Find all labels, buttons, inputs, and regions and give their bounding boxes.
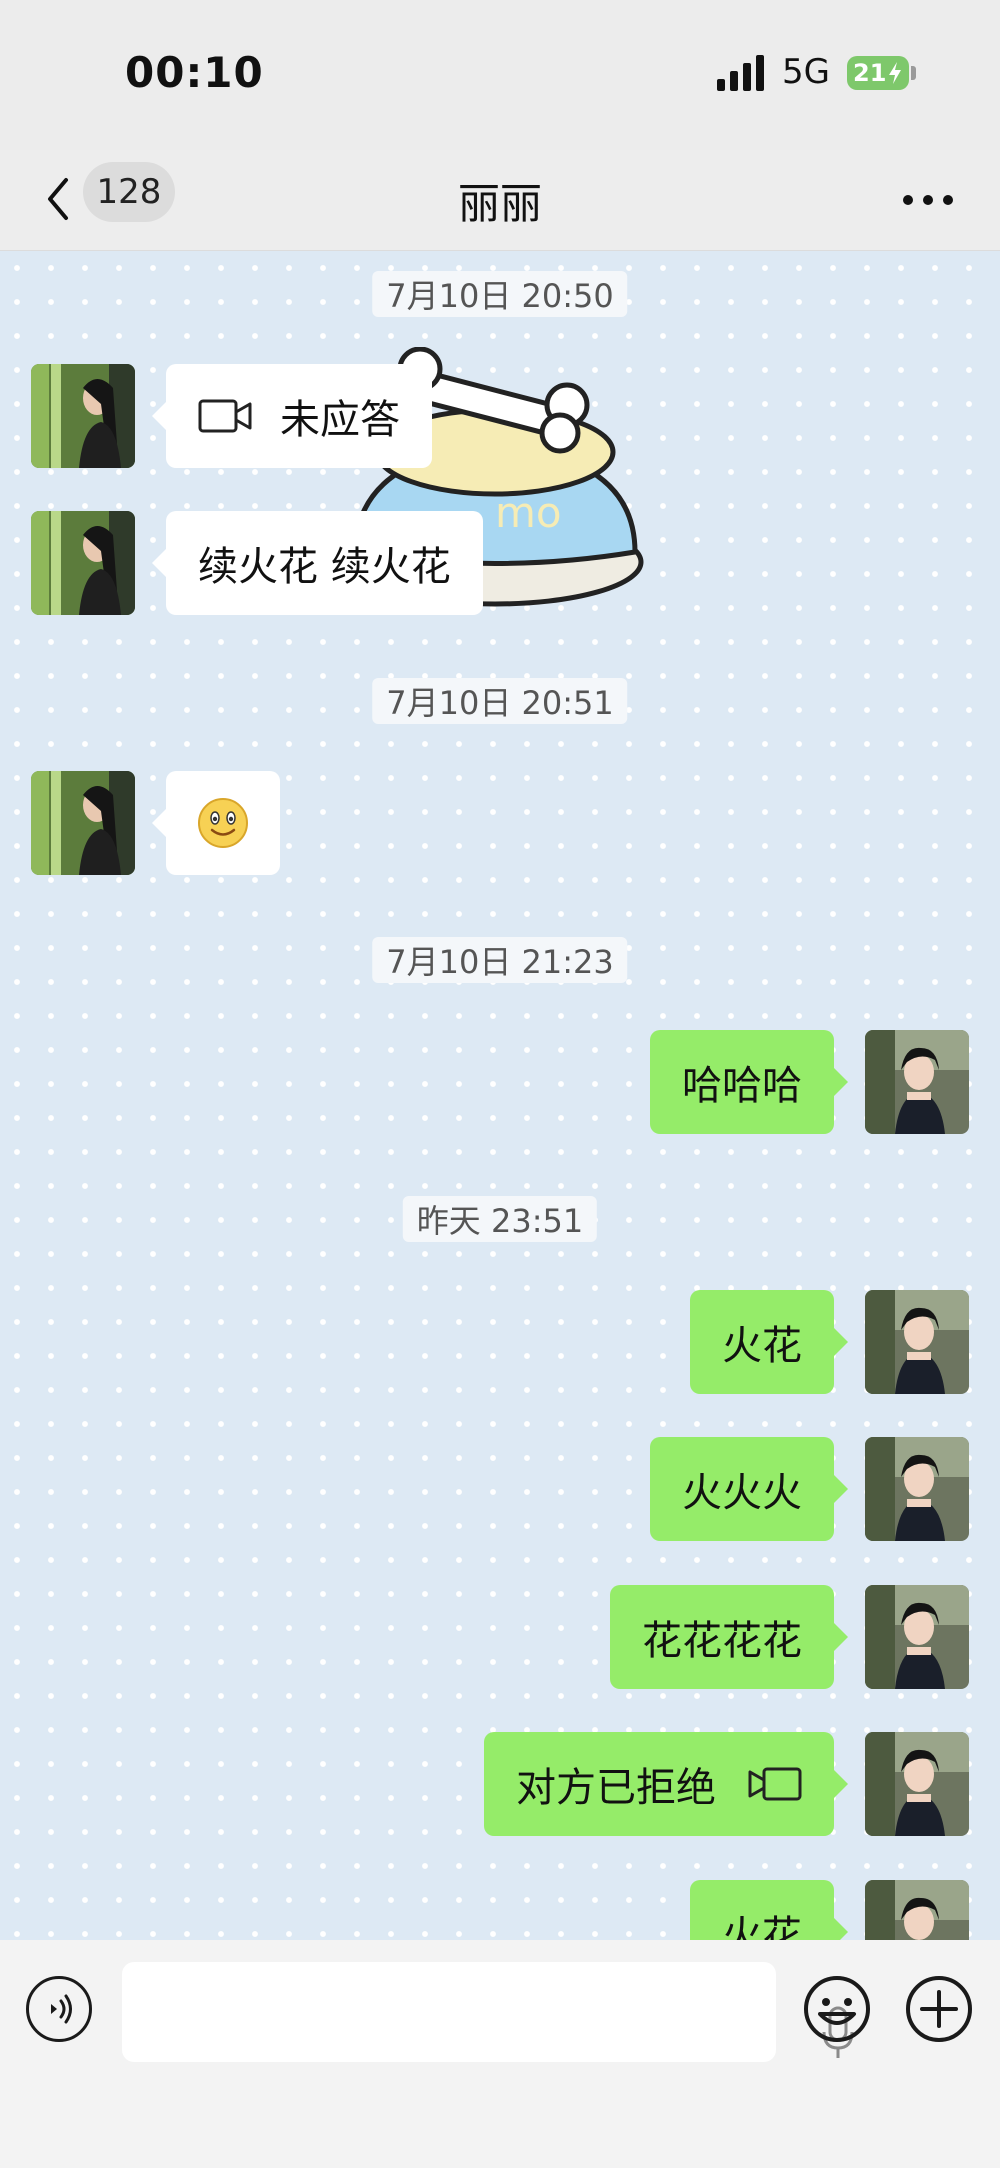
charging-bolt-icon — [889, 62, 902, 84]
incoming-emoji-bubble[interactable] — [152, 771, 280, 875]
call-status-text: 未应答 — [280, 397, 400, 443]
status-time: 00:10 — [125, 48, 264, 97]
call-status-text: 对方已拒绝 — [516, 1765, 716, 1811]
battery-tip — [911, 66, 916, 80]
battery-level: 21 — [853, 59, 887, 87]
timestamp: 7月10日 20:51 — [372, 678, 628, 724]
timestamp: 昨天 23:51 — [402, 1196, 598, 1242]
voice-mode-button[interactable] — [26, 1976, 92, 2042]
video-call-icon — [748, 1767, 802, 1801]
chat-title: 丽丽 — [457, 179, 542, 228]
user-avatar[interactable] — [865, 1030, 969, 1134]
outgoing-message-bubble[interactable]: 火花 — [690, 1290, 848, 1394]
voice-wave-icon — [51, 1994, 72, 2024]
battery-indicator: 21 — [847, 56, 909, 90]
message-input[interactable] — [122, 1962, 854, 2062]
chat-header: 128 丽丽 — [0, 150, 1000, 251]
incoming-message-bubble[interactable]: 续火花 续火花 — [152, 511, 483, 615]
contact-avatar[interactable] — [31, 511, 135, 615]
video-call-icon — [198, 399, 252, 433]
chat-messages-area[interactable]: mo 7月10日 20:50 未应答 续火花 续火花 7月10日 20:51 7… — [0, 251, 1000, 1940]
user-avatar[interactable] — [865, 1437, 969, 1541]
smile-emoji-icon — [198, 798, 248, 848]
outgoing-message-bubble[interactable]: 花花花花 — [610, 1585, 848, 1689]
user-avatar[interactable] — [865, 1880, 969, 1940]
user-avatar[interactable] — [865, 1585, 969, 1689]
add-more-icon[interactable] — [904, 1974, 974, 2044]
incoming-call-bubble[interactable]: 未应答 — [152, 364, 432, 468]
outgoing-message-bubble[interactable]: 火火火 — [650, 1437, 848, 1541]
signal-strength-icon — [717, 55, 764, 91]
timestamp: 7月10日 20:50 — [372, 271, 628, 317]
outgoing-call-bubble[interactable]: 对方已拒绝 — [484, 1732, 848, 1836]
outgoing-message-bubble[interactable]: 哈哈哈 — [650, 1030, 848, 1134]
user-avatar[interactable] — [865, 1290, 969, 1394]
emoji-button-icon[interactable] — [802, 1974, 872, 2044]
input-toolbar — [0, 1940, 1000, 2168]
user-avatar[interactable] — [865, 1732, 969, 1836]
contact-avatar[interactable] — [31, 364, 135, 468]
timestamp: 7月10日 21:23 — [372, 937, 628, 983]
network-type: 5G — [782, 52, 830, 92]
outgoing-message-bubble[interactable]: 火花 — [690, 1880, 848, 1940]
contact-avatar[interactable] — [31, 771, 135, 875]
more-options-icon[interactable] — [900, 190, 956, 210]
status-bar: 00:10 5G 21 — [0, 0, 1000, 150]
sticker-text: mo — [495, 488, 562, 537]
